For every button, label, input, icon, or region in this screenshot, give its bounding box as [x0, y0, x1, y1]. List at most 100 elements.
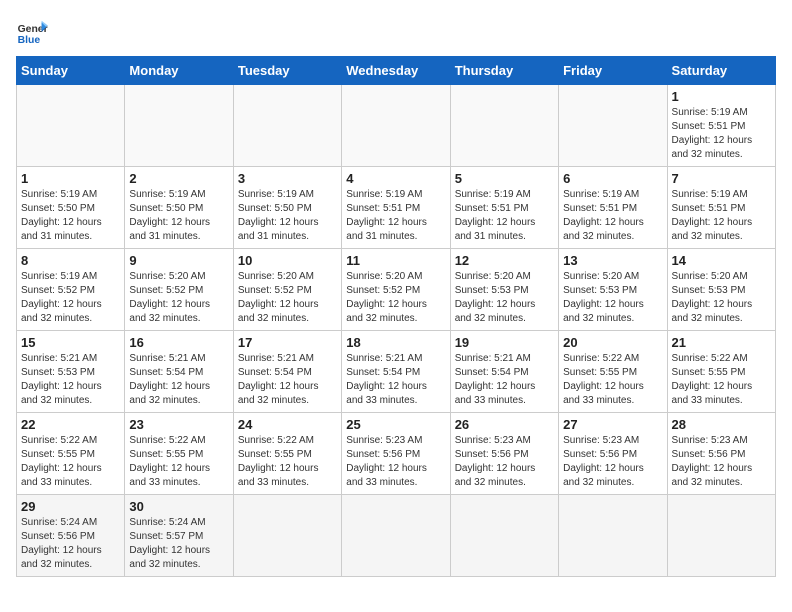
calendar-cell: 6Sunrise: 5:19 AMSunset: 5:51 PMDaylight… — [559, 167, 667, 249]
day-number: 25 — [346, 417, 445, 432]
calendar-cell: 20Sunrise: 5:22 AMSunset: 5:55 PMDayligh… — [559, 331, 667, 413]
calendar-cell: 19 Sunrise: 5:21 AMSunset: 5:54 PMDayligh… — [450, 331, 558, 413]
calendar-cell — [667, 495, 775, 577]
day-info: Sunrise: 5:20 AMSunset: 5:53 PMDaylight:… — [563, 270, 662, 326]
day-info: Sunrise: 5:20 AMSunset: 5:52 PMDaylight:… — [346, 270, 445, 326]
calendar-cell — [125, 85, 233, 167]
day-info: Sunrise: 5:19 AMSunset: 5:51 PMDaylight:… — [672, 106, 771, 162]
calendar-cell: 4Sunrise: 5:19 AMSunset: 5:51 PMDaylight… — [342, 167, 450, 249]
day-number: 2 — [129, 171, 228, 186]
calendar-cell: 22Sunrise: 5:22 AMSunset: 5:55 PMDayligh… — [17, 413, 125, 495]
calendar-cell: 27 Sunrise: 5:23 AMSunset: 5:56 PMDayligh… — [559, 413, 667, 495]
calendar-cell: 17 Sunrise: 5:21 AMSunset: 5:54 PMDayligh… — [233, 331, 341, 413]
calendar-cell: 11 Sunrise: 5:20 AMSunset: 5:52 PMDayligh… — [342, 249, 450, 331]
day-info: Sunrise: 5:23 AMSunset: 5:56 PMDaylight:… — [563, 434, 662, 490]
day-info: Sunrise: 5:19 AMSunset: 5:50 PMDaylight:… — [238, 188, 337, 244]
day-number: 15 — [21, 335, 120, 350]
day-number: 11 — [346, 253, 445, 268]
day-number: 24 — [238, 417, 337, 432]
logo-icon: General Blue — [16, 16, 48, 48]
day-number: 12 — [455, 253, 554, 268]
day-number: 19 — [455, 335, 554, 350]
day-number: 26 — [455, 417, 554, 432]
weekday-header-row: SundayMondayTuesdayWednesdayThursdayFrid… — [17, 57, 776, 85]
weekday-header-thursday: Thursday — [450, 57, 558, 85]
calendar-cell: 16Sunrise: 5:21 AMSunset: 5:54 PMDayligh… — [125, 331, 233, 413]
day-info: Sunrise: 5:22 AMSunset: 5:55 PMDaylight:… — [238, 434, 337, 490]
day-number: 10 — [238, 253, 337, 268]
calendar-cell: 25 Sunrise: 5:23 AMSunset: 5:56 PMDayligh… — [342, 413, 450, 495]
calendar-cell: 28Sunrise: 5:23 AMSunset: 5:56 PMDayligh… — [667, 413, 775, 495]
day-info: Sunrise: 5:19 AMSunset: 5:51 PMDaylight:… — [455, 188, 554, 244]
day-info: Sunrise: 5:19 AMSunset: 5:52 PMDaylight:… — [21, 270, 120, 326]
calendar-cell: 1 Sunrise: 5:19 AMSunset: 5:51 PMDaylight… — [667, 85, 775, 167]
calendar-cell — [450, 495, 558, 577]
day-number: 13 — [563, 253, 662, 268]
calendar-cell: 2 Sunrise: 5:19 AMSunset: 5:50 PMDaylight… — [125, 167, 233, 249]
day-number: 14 — [672, 253, 771, 268]
day-number: 1 — [672, 89, 771, 104]
day-info: Sunrise: 5:19 AMSunset: 5:50 PMDaylight:… — [21, 188, 120, 244]
calendar-cell: 29 Sunrise: 5:24 AMSunset: 5:56 PMDayligh… — [17, 495, 125, 577]
calendar-cell: 14 Sunrise: 5:20 AMSunset: 5:53 PMDayligh… — [667, 249, 775, 331]
calendar-cell: 15Sunrise: 5:21 AMSunset: 5:53 PMDayligh… — [17, 331, 125, 413]
day-number: 1 — [21, 171, 120, 186]
calendar-cell: 9 Sunrise: 5:20 AMSunset: 5:52 PMDaylight… — [125, 249, 233, 331]
weekday-header-wednesday: Wednesday — [342, 57, 450, 85]
calendar-cell: 7 Sunrise: 5:19 AMSunset: 5:51 PMDaylight… — [667, 167, 775, 249]
calendar-cell — [559, 495, 667, 577]
calendar-cell — [559, 85, 667, 167]
calendar-cell: 13 Sunrise: 5:20 AMSunset: 5:53 PMDayligh… — [559, 249, 667, 331]
weekday-header-monday: Monday — [125, 57, 233, 85]
logo: General Blue — [16, 16, 48, 48]
day-number: 9 — [129, 253, 228, 268]
day-info: Sunrise: 5:24 AMSunset: 5:56 PMDaylight:… — [21, 516, 120, 572]
svg-text:Blue: Blue — [18, 35, 41, 46]
day-number: 27 — [563, 417, 662, 432]
weekday-header-sunday: Sunday — [17, 57, 125, 85]
day-info: Sunrise: 5:21 AMSunset: 5:54 PMDaylight:… — [129, 352, 228, 408]
day-number: 29 — [21, 499, 120, 514]
day-info: Sunrise: 5:23 AMSunset: 5:56 PMDaylight:… — [672, 434, 771, 490]
day-info: Sunrise: 5:20 AMSunset: 5:52 PMDaylight:… — [129, 270, 228, 326]
calendar-cell — [233, 85, 341, 167]
day-info: Sunrise: 5:20 AMSunset: 5:53 PMDaylight:… — [455, 270, 554, 326]
day-number: 20 — [563, 335, 662, 350]
day-number: 21 — [672, 335, 771, 350]
day-info: Sunrise: 5:19 AMSunset: 5:51 PMDaylight:… — [672, 188, 771, 244]
day-number: 4 — [346, 171, 445, 186]
calendar-cell — [233, 495, 341, 577]
calendar-cell — [342, 85, 450, 167]
day-number: 18 — [346, 335, 445, 350]
day-info: Sunrise: 5:20 AMSunset: 5:53 PMDaylight:… — [672, 270, 771, 326]
calendar-week-1: 1 Sunrise: 5:19 AMSunset: 5:50 PMDaylight… — [17, 167, 776, 249]
day-info: Sunrise: 5:21 AMSunset: 5:54 PMDaylight:… — [238, 352, 337, 408]
day-number: 23 — [129, 417, 228, 432]
day-info: Sunrise: 5:24 AMSunset: 5:57 PMDaylight:… — [129, 516, 228, 572]
header: General Blue — [16, 16, 776, 48]
calendar-cell: 30 Sunrise: 5:24 AMSunset: 5:57 PMDayligh… — [125, 495, 233, 577]
calendar-cell: 23 Sunrise: 5:22 AMSunset: 5:55 PMDayligh… — [125, 413, 233, 495]
day-info: Sunrise: 5:22 AMSunset: 5:55 PMDaylight:… — [129, 434, 228, 490]
calendar-cell: 18 Sunrise: 5:21 AMSunset: 5:54 PMDayligh… — [342, 331, 450, 413]
day-info: Sunrise: 5:23 AMSunset: 5:56 PMDaylight:… — [455, 434, 554, 490]
calendar-cell — [342, 495, 450, 577]
calendar-cell: 21Sunrise: 5:22 AMSunset: 5:55 PMDayligh… — [667, 331, 775, 413]
day-info: Sunrise: 5:21 AMSunset: 5:54 PMDaylight:… — [455, 352, 554, 408]
day-number: 7 — [672, 171, 771, 186]
weekday-header-saturday: Saturday — [667, 57, 775, 85]
day-info: Sunrise: 5:22 AMSunset: 5:55 PMDaylight:… — [21, 434, 120, 490]
calendar-week-0: 1 Sunrise: 5:19 AMSunset: 5:51 PMDaylight… — [17, 85, 776, 167]
calendar-cell: 3Sunrise: 5:19 AMSunset: 5:50 PMDaylight… — [233, 167, 341, 249]
calendar-cell — [450, 85, 558, 167]
day-info: Sunrise: 5:23 AMSunset: 5:56 PMDaylight:… — [346, 434, 445, 490]
calendar-week-5: 29 Sunrise: 5:24 AMSunset: 5:56 PMDayligh… — [17, 495, 776, 577]
day-info: Sunrise: 5:19 AMSunset: 5:50 PMDaylight:… — [129, 188, 228, 244]
calendar-table: SundayMondayTuesdayWednesdayThursdayFrid… — [16, 56, 776, 577]
weekday-header-friday: Friday — [559, 57, 667, 85]
day-number: 30 — [129, 499, 228, 514]
day-info: Sunrise: 5:21 AMSunset: 5:54 PMDaylight:… — [346, 352, 445, 408]
day-number: 17 — [238, 335, 337, 350]
calendar-week-4: 22Sunrise: 5:22 AMSunset: 5:55 PMDayligh… — [17, 413, 776, 495]
calendar-cell — [17, 85, 125, 167]
